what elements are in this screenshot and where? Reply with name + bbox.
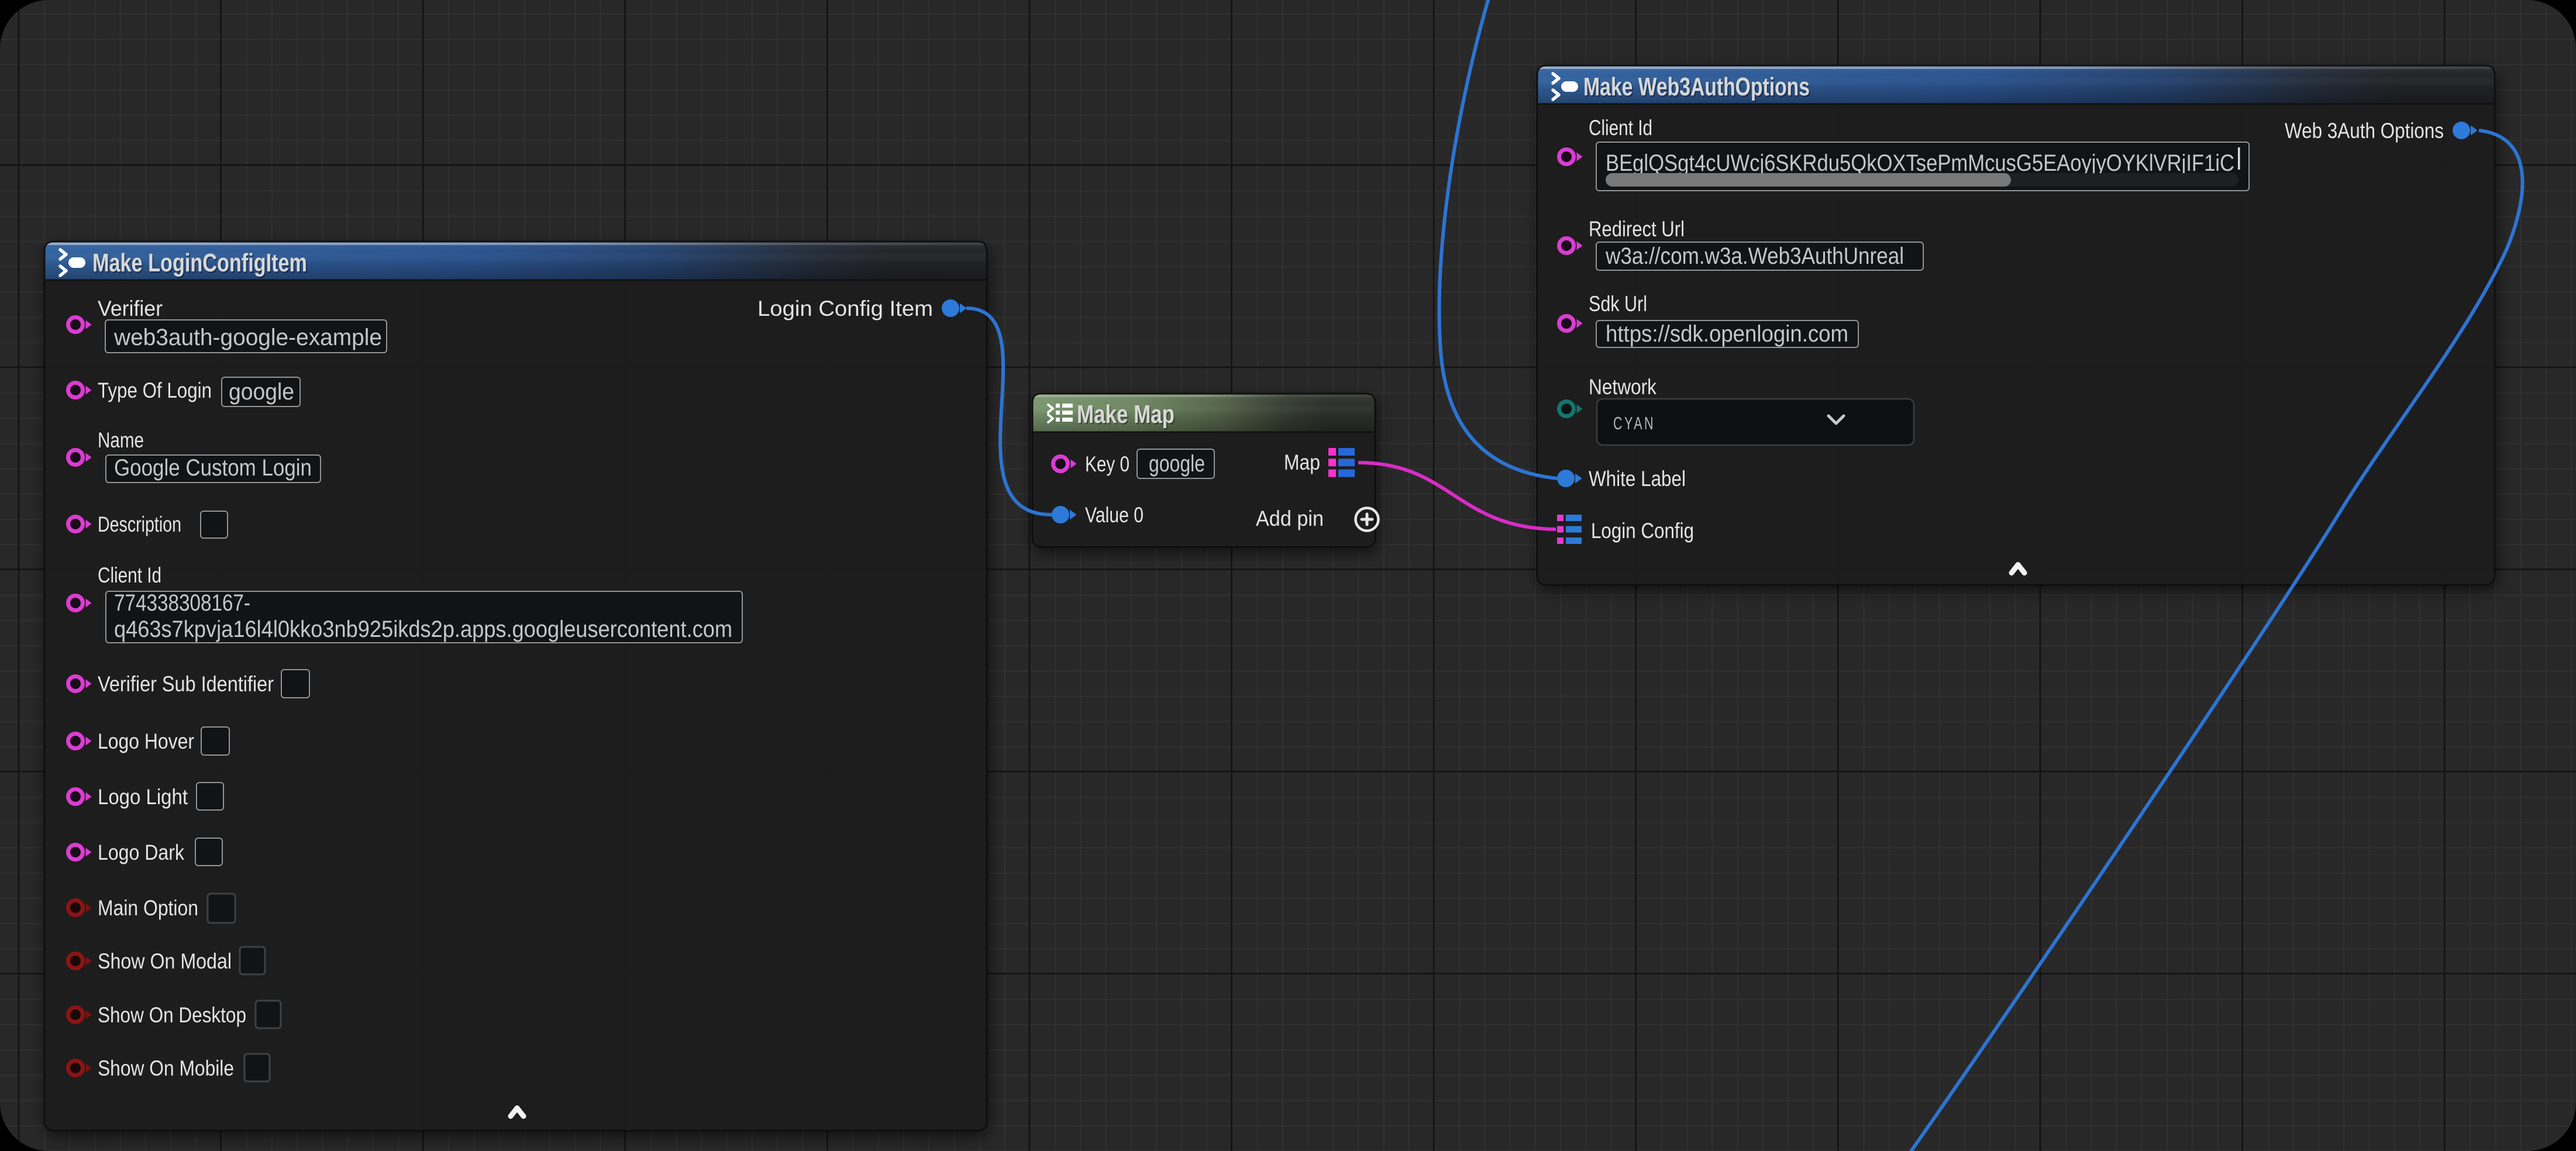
svg-text:Value 0: Value 0: [1085, 503, 1144, 527]
svg-text:q463s7kpvja16l4l0kko3nb925ikds: q463s7kpvja16l4l0kko3nb925ikds2p.apps.go…: [114, 616, 732, 642]
svg-text:Description: Description: [98, 512, 181, 536]
svg-text:White Label: White Label: [1589, 467, 1686, 491]
svg-text:Client Id: Client Id: [98, 563, 161, 587]
svg-text:https://sdk.openlogin.com: https://sdk.openlogin.com: [1606, 321, 1848, 347]
svg-text:BEglQSgt4cUWcj6SKRdu5QkOXTsePm: BEglQSgt4cUWcj6SKRdu5QkOXTsePmMcusG5EAoy…: [1606, 150, 2234, 176]
svg-text:Make Web3AuthOptions: Make Web3AuthOptions: [1583, 73, 1810, 101]
svg-text:Make LoginConfigItem: Make LoginConfigItem: [92, 249, 307, 277]
svg-text:Verifier Sub Identifier: Verifier Sub Identifier: [98, 672, 274, 696]
svg-text:Show On Modal: Show On Modal: [98, 949, 232, 973]
svg-text:Client Id: Client Id: [1589, 116, 1652, 140]
svg-text:Key 0: Key 0: [1085, 452, 1129, 476]
svg-text:774338308167-: 774338308167-: [114, 590, 250, 616]
svg-text:Show On Desktop: Show On Desktop: [98, 1003, 246, 1027]
svg-text:Google Custom Login: Google Custom Login: [114, 455, 312, 481]
svg-text:Main Option: Main Option: [98, 896, 198, 920]
svg-text:web3auth-google-example: web3auth-google-example: [113, 325, 382, 350]
svg-text:Login Config Item: Login Config Item: [757, 297, 933, 321]
svg-text:Verifier: Verifier: [98, 297, 163, 321]
svg-text:Show On Mobile: Show On Mobile: [98, 1056, 234, 1080]
svg-text:Logo Light: Logo Light: [98, 785, 188, 809]
svg-text:Network: Network: [1589, 375, 1657, 399]
svg-text:Map: Map: [1284, 450, 1320, 474]
svg-text:Name: Name: [98, 428, 144, 452]
svg-text:Logo Hover: Logo Hover: [98, 729, 194, 753]
svg-text:Type Of Login: Type Of Login: [98, 378, 212, 402]
svg-text:google: google: [1149, 451, 1205, 477]
svg-text:Redirect Url: Redirect Url: [1589, 217, 1685, 241]
svg-text:Web 3Auth Options: Web 3Auth Options: [2285, 119, 2444, 143]
svg-text:Make Map: Make Map: [1077, 400, 1175, 429]
svg-text:Login Config: Login Config: [1591, 519, 1694, 543]
svg-text:Logo Dark: Logo Dark: [98, 840, 184, 864]
svg-text:google: google: [229, 379, 294, 405]
svg-text:w3a://com.w3a.Web3AuthUnreal: w3a://com.w3a.Web3AuthUnreal: [1605, 243, 1904, 269]
svg-text:CYAN: CYAN: [1613, 413, 1655, 433]
svg-text:Sdk Url: Sdk Url: [1589, 292, 1647, 316]
svg-text:Add pin: Add pin: [1256, 506, 1324, 530]
